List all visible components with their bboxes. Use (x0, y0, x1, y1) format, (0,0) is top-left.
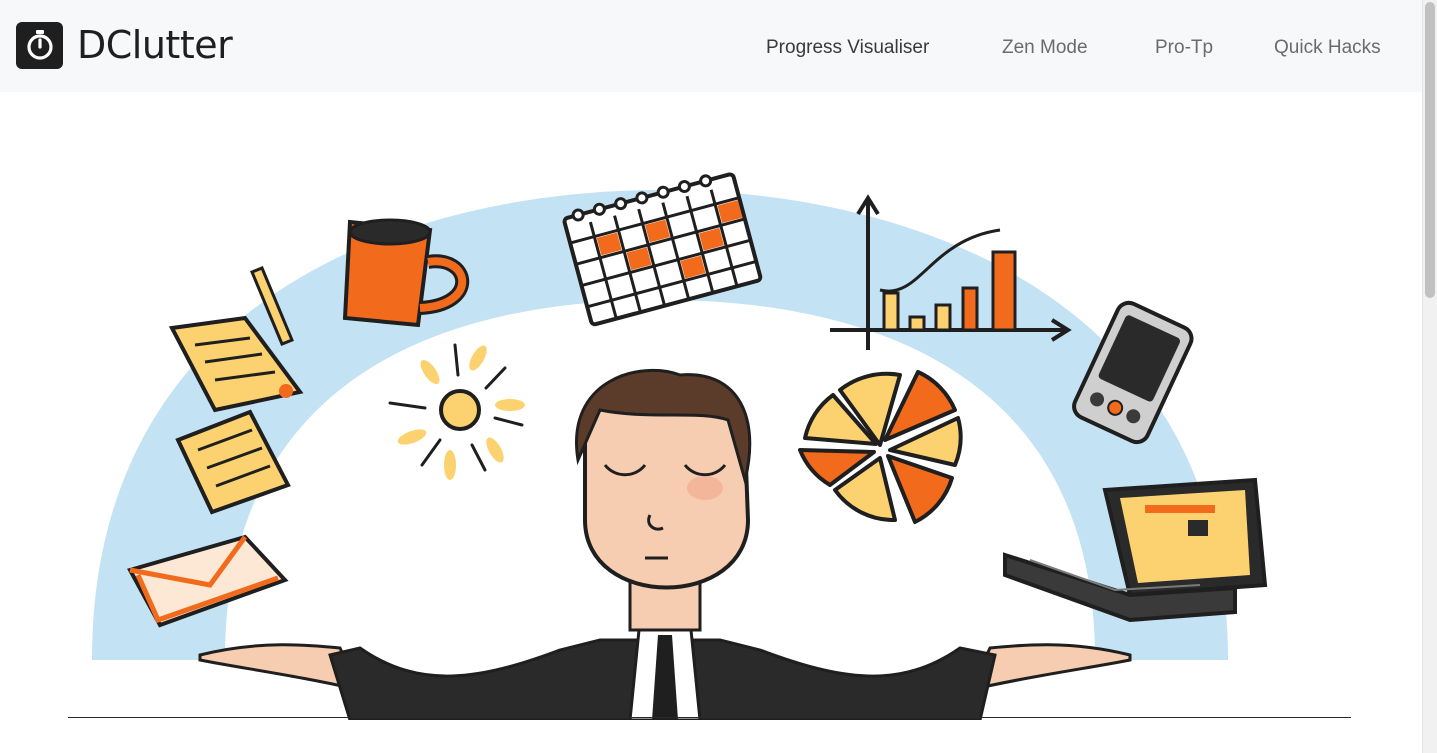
pie-chart-icon (798, 370, 963, 524)
nav-link-zen-mode[interactable]: Zen Mode (1002, 34, 1088, 62)
nav-link-progress-visualiser[interactable]: Progress Visualiser (766, 34, 929, 62)
zen-businessman-illustration (92, 172, 1268, 720)
nav-link-pro-tip[interactable]: Pro-Tp (1155, 34, 1213, 62)
top-navbar: DClutter Progress Visualiser Zen Mode Pr… (0, 0, 1422, 92)
hero-illustration (68, 150, 1352, 720)
main-nav: Progress Visualiser Zen Mode Pro-Tp Quic… (0, 34, 1422, 62)
nav-link-quick-hacks[interactable]: Quick Hacks (1274, 34, 1381, 62)
scrollbar-thumb[interactable] (1425, 2, 1435, 298)
section-divider (68, 717, 1351, 718)
